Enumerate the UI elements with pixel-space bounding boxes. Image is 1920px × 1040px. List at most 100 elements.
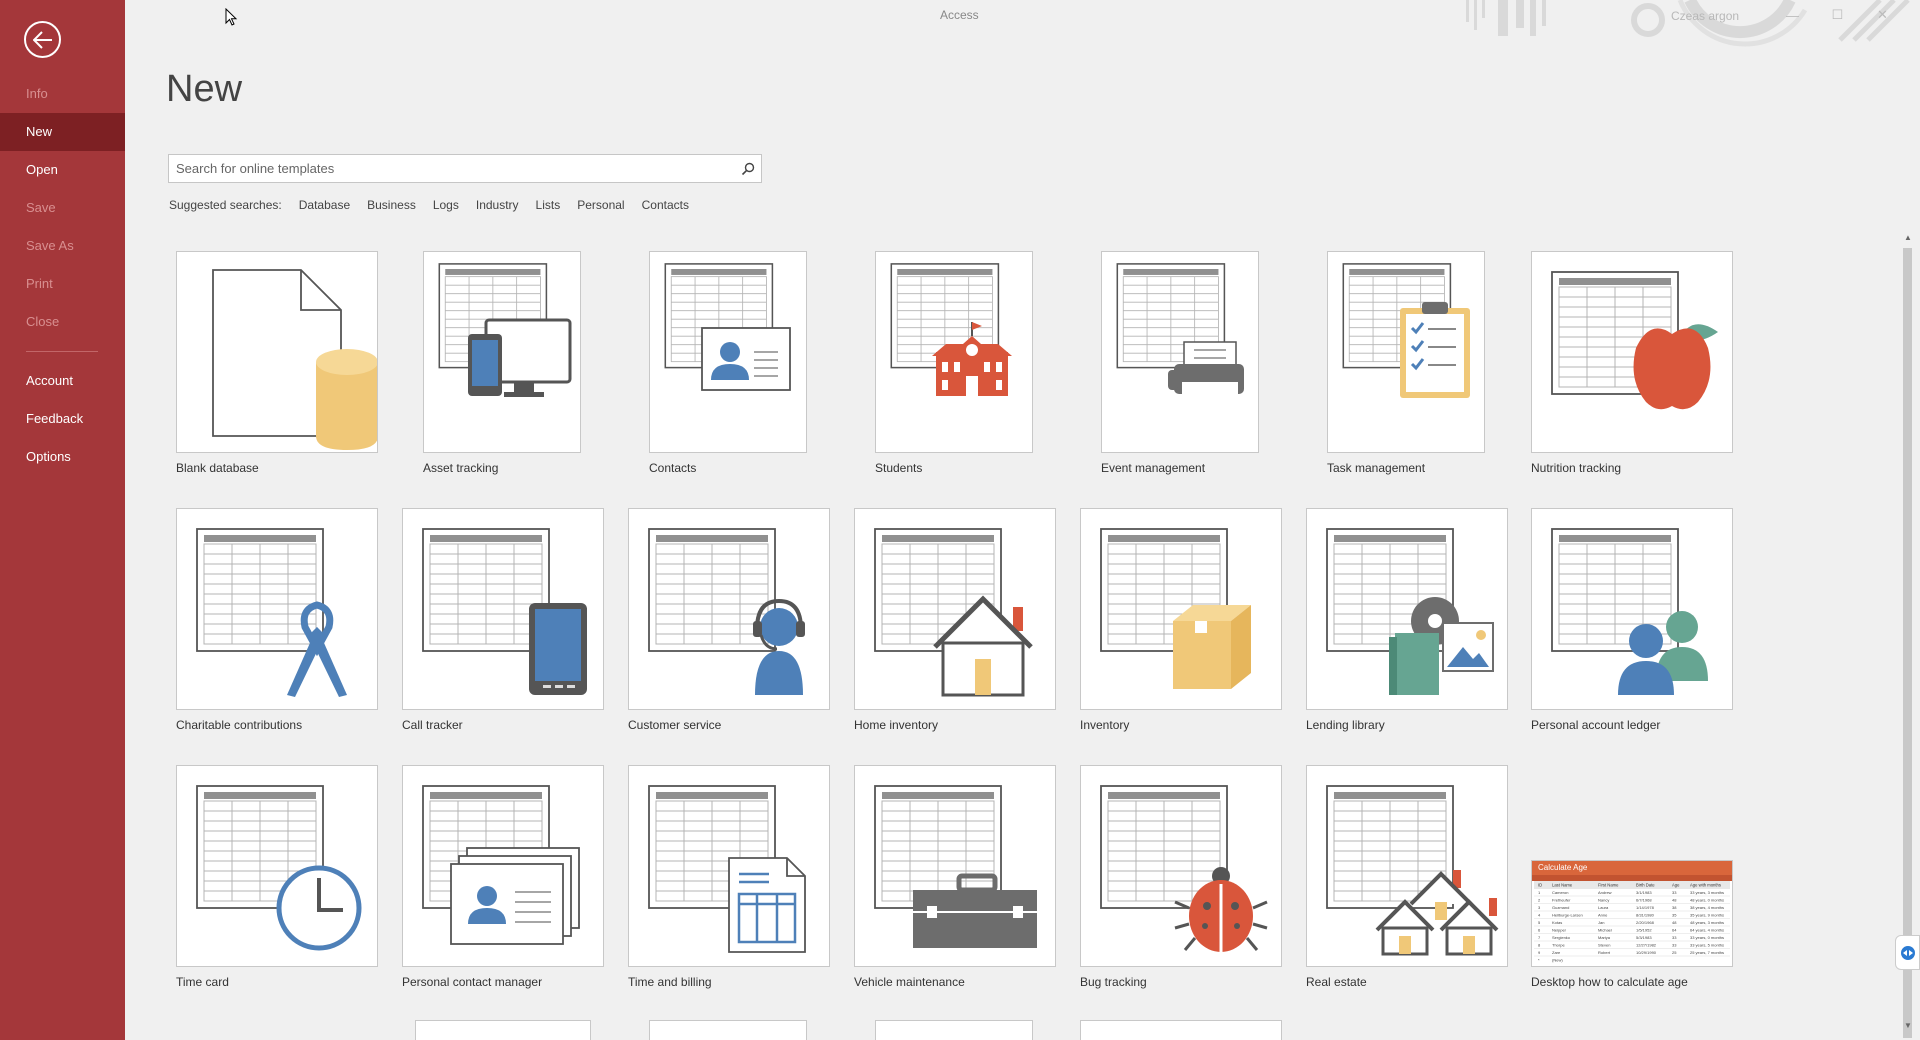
template-thumbnail[interactable] [402, 765, 604, 967]
template-label: Personal account ledger [1531, 718, 1661, 732]
suggested-link-lists[interactable]: Lists [536, 198, 561, 212]
calc-age-cell: 7 [1538, 935, 1541, 940]
template-thumbnail[interactable] [1080, 765, 1282, 967]
nav-account[interactable]: Account [0, 362, 125, 400]
calc-age-cell: 3 [1538, 905, 1541, 910]
clock-icon [196, 785, 362, 951]
template-thumbnail[interactable] [1306, 508, 1508, 710]
box-icon [1100, 528, 1251, 689]
calc-age-header-cell: Birth Date [1636, 883, 1655, 888]
template-thumbnail[interactable] [628, 508, 830, 710]
calc-age-cell: Andrew [1598, 890, 1612, 895]
calc-age-cell: 33 [1672, 890, 1677, 895]
arrows-icon [1900, 945, 1915, 960]
suggested-link-industry[interactable]: Industry [476, 198, 519, 212]
nav-open[interactable]: Open [0, 151, 125, 189]
template-search-box [168, 154, 762, 183]
template-thumbnail[interactable] [875, 251, 1033, 453]
template-thumbnail[interactable] [402, 508, 604, 710]
template-thumbnail[interactable] [649, 251, 807, 453]
page-title: New [166, 68, 243, 110]
template-thumbnail[interactable] [628, 765, 830, 967]
vertical-scrollbar[interactable]: ▲ ▼ [1900, 230, 1916, 1038]
calc-age-cell: 6 [1538, 928, 1541, 933]
template-label: Asset tracking [423, 461, 499, 475]
calc-age-cell: 64 years, 4 months [1690, 928, 1724, 933]
nav-save[interactable]: Save [0, 189, 125, 227]
template-label: Task management [1327, 461, 1426, 475]
search-icon[interactable] [735, 155, 761, 182]
scroll-up-arrow-icon[interactable]: ▲ [1902, 232, 1914, 244]
nav-options[interactable]: Options [0, 438, 125, 476]
minimize-button[interactable]: — [1770, 0, 1815, 30]
template-label: Real estate [1306, 975, 1367, 989]
close-window-button[interactable]: ✕ [1860, 0, 1905, 30]
template-label: Blank database [176, 461, 259, 475]
calc-age-cell: Sergienko [1552, 935, 1571, 940]
template-thumbnail[interactable] [1101, 251, 1259, 453]
template-label: Bug tracking [1080, 975, 1147, 989]
calc-age-cell: Anne [1598, 913, 1608, 918]
template-thumbnail[interactable] [649, 1020, 807, 1040]
template-thumbnail[interactable] [854, 765, 1056, 967]
user-name[interactable]: Czeas argon [1671, 9, 1739, 23]
media-icon [1326, 528, 1494, 695]
nav-new[interactable]: New [0, 113, 125, 151]
school-icon [890, 263, 1012, 396]
back-arrow-icon [32, 30, 52, 49]
apple-icon [1551, 271, 1718, 410]
contact-cards-icon [422, 785, 580, 945]
nav-close[interactable]: Close [0, 303, 125, 341]
calc-age-cell: 12/27/1982 [1636, 943, 1657, 948]
calc-age-cell: Heilburge-Larsen [1552, 913, 1583, 918]
template-thumbnail[interactable]: Calculate Age ID Last Name First Name Birth… [1531, 860, 1733, 967]
scroll-down-arrow-icon[interactable]: ▼ [1902, 1020, 1914, 1032]
calc-age-cell: 3/1/1983 [1636, 890, 1652, 895]
calc-age-cell: 5 [1538, 920, 1541, 925]
maximize-button[interactable]: ☐ [1815, 0, 1860, 30]
calc-age-cell: 33 years, 0 months [1690, 935, 1724, 940]
template-search-input[interactable] [169, 155, 735, 182]
suggested-link-contacts[interactable]: Contacts [642, 198, 689, 212]
calc-age-cell: 1 [1538, 890, 1541, 895]
calc-age-cell: 5/3/1983 [1636, 935, 1652, 940]
calc-age-cell: Zare [1552, 950, 1561, 955]
nav-save-as[interactable]: Save As [0, 227, 125, 265]
template-thumbnail[interactable] [176, 765, 378, 967]
template-label: Call tracker [402, 718, 463, 732]
template-thumbnail[interactable] [854, 508, 1056, 710]
back-button[interactable] [24, 21, 61, 58]
template-thumbnail[interactable] [1306, 765, 1508, 967]
calc-age-cell: Mariya [1598, 935, 1611, 940]
template-thumbnail[interactable] [1327, 251, 1485, 453]
suggested-link-personal[interactable]: Personal [577, 198, 624, 212]
side-panel-tab[interactable] [1895, 935, 1920, 970]
suggested-link-database[interactable]: Database [299, 198, 350, 212]
calc-age-cell: Neipper [1552, 928, 1567, 933]
template-thumbnail[interactable] [1531, 508, 1733, 710]
template-thumbnail[interactable] [423, 251, 581, 453]
template-thumbnail[interactable] [176, 251, 378, 453]
suggested-searches: Suggested searches: Database Business Lo… [169, 198, 706, 212]
nav-info[interactable]: Info [0, 75, 125, 113]
template-thumbnail[interactable] [1080, 1020, 1282, 1040]
template-label: Desktop how to calculate age [1531, 975, 1688, 989]
template-thumbnail[interactable] [415, 1020, 591, 1040]
template-thumbnail[interactable] [1531, 251, 1733, 453]
suggested-link-logs[interactable]: Logs [433, 198, 459, 212]
calc-age-cell: 1/14/1978 [1636, 905, 1655, 910]
suggested-searches-label: Suggested searches: [169, 198, 282, 212]
nav-feedback[interactable]: Feedback [0, 400, 125, 438]
template-thumbnail[interactable] [176, 508, 378, 710]
nav-print[interactable]: Print [0, 265, 125, 303]
calc-age-cell: 10/29/1990 [1636, 950, 1657, 955]
calc-age-cell: Fretheufer [1552, 898, 1571, 903]
suggested-link-business[interactable]: Business [367, 198, 416, 212]
calc-age-cell: Cameron [1552, 890, 1568, 895]
template-thumbnail[interactable] [1080, 508, 1282, 710]
calc-age-cell: 9 [1538, 950, 1541, 955]
calc-age-cell: 25 years, 7 months [1690, 950, 1724, 955]
scroll-thumb[interactable] [1903, 248, 1912, 1038]
template-label: Nutrition tracking [1531, 461, 1622, 475]
template-thumbnail[interactable] [875, 1020, 1033, 1040]
